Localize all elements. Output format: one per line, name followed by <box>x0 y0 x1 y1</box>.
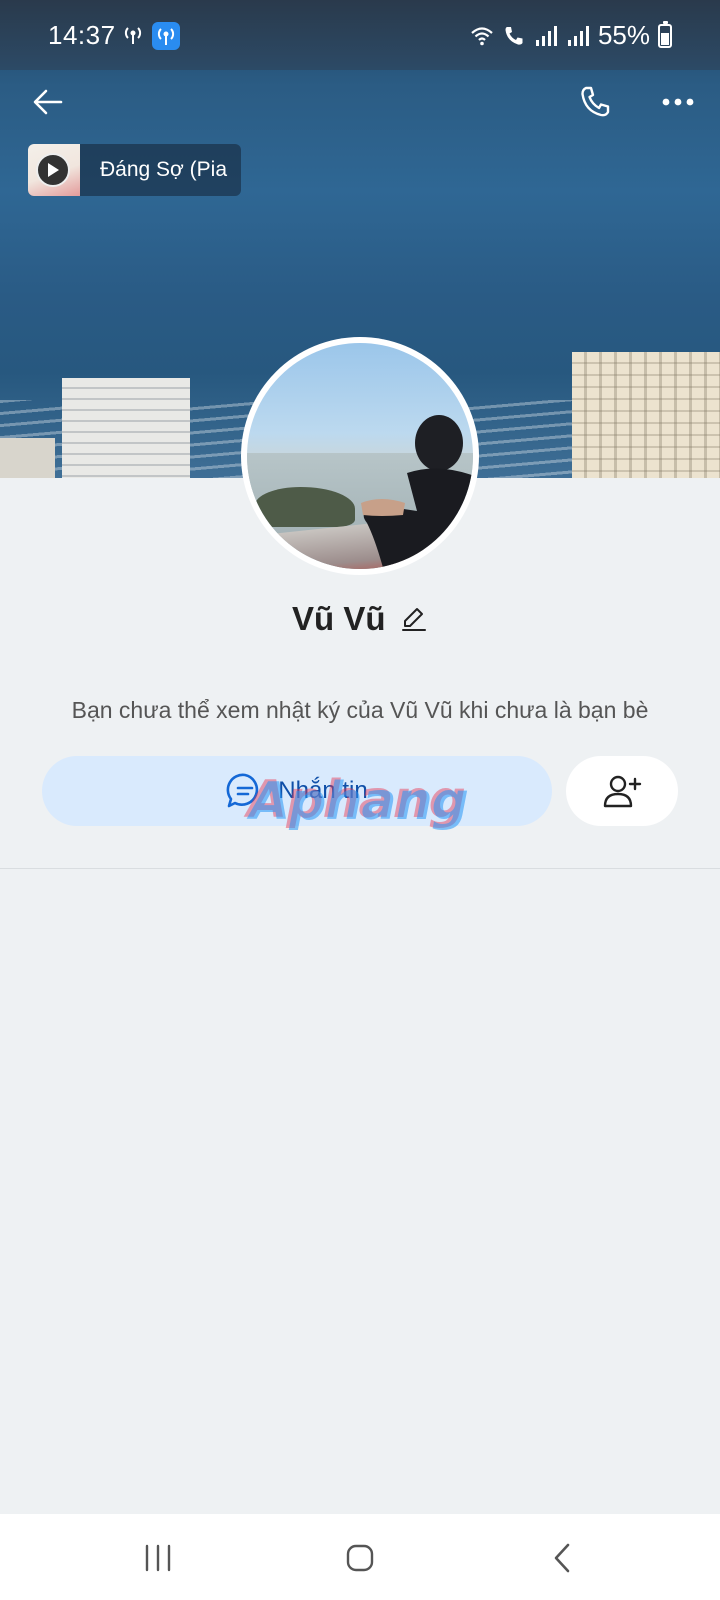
recent-apps-icon <box>145 1544 171 1572</box>
add-friend-button[interactable] <box>566 756 678 826</box>
recent-apps-button[interactable] <box>128 1534 188 1582</box>
profile-music-chip[interactable]: Đáng Sợ (Pia <box>28 144 241 196</box>
cover-building-windows <box>572 352 720 478</box>
chevron-left-icon <box>554 1543 570 1573</box>
call-button[interactable] <box>570 76 622 128</box>
avatar-photo <box>247 343 473 569</box>
diary-restriction-note: Bạn chưa thể xem nhật ký của Vũ Vũ khi c… <box>71 697 649 723</box>
back-button[interactable] <box>22 76 74 128</box>
status-bar: 14:37 55% <box>0 0 720 70</box>
more-horizontal-icon <box>662 98 694 106</box>
music-title: Đáng Sợ (Pia <box>100 158 227 181</box>
system-back-button[interactable] <box>532 1534 592 1582</box>
watermark-logo: Aphang <box>250 772 469 832</box>
signal-icon <box>567 25 589 46</box>
wifi-call-icon <box>505 26 523 45</box>
battery-percent: 55% <box>597 20 650 50</box>
play-icon[interactable] <box>36 153 70 187</box>
signal-icon <box>535 25 557 46</box>
wifi-icon <box>471 26 493 45</box>
more-button[interactable] <box>652 76 704 128</box>
battery-charging-icon <box>658 20 672 48</box>
section-divider <box>0 868 720 869</box>
status-time: 14:37 <box>48 20 116 50</box>
home-icon <box>346 1544 374 1572</box>
status-right: 55% <box>470 20 672 51</box>
cover-building-windows <box>62 378 190 478</box>
profile-name: Vũ Vũ <box>292 600 386 637</box>
avatar[interactable] <box>241 337 479 575</box>
home-button[interactable] <box>330 1534 390 1582</box>
music-thumbnail <box>28 144 80 196</box>
pencil-icon[interactable] <box>400 605 428 633</box>
phone-icon <box>581 86 610 117</box>
add-user-icon <box>603 775 642 808</box>
profile-name-row: Vũ Vũ <box>0 600 720 638</box>
system-nav-bar <box>0 1514 720 1600</box>
cover-building <box>0 438 55 478</box>
arrow-left-icon <box>33 89 63 115</box>
app-notification-icon <box>152 22 180 50</box>
hotspot-icon <box>124 27 142 44</box>
